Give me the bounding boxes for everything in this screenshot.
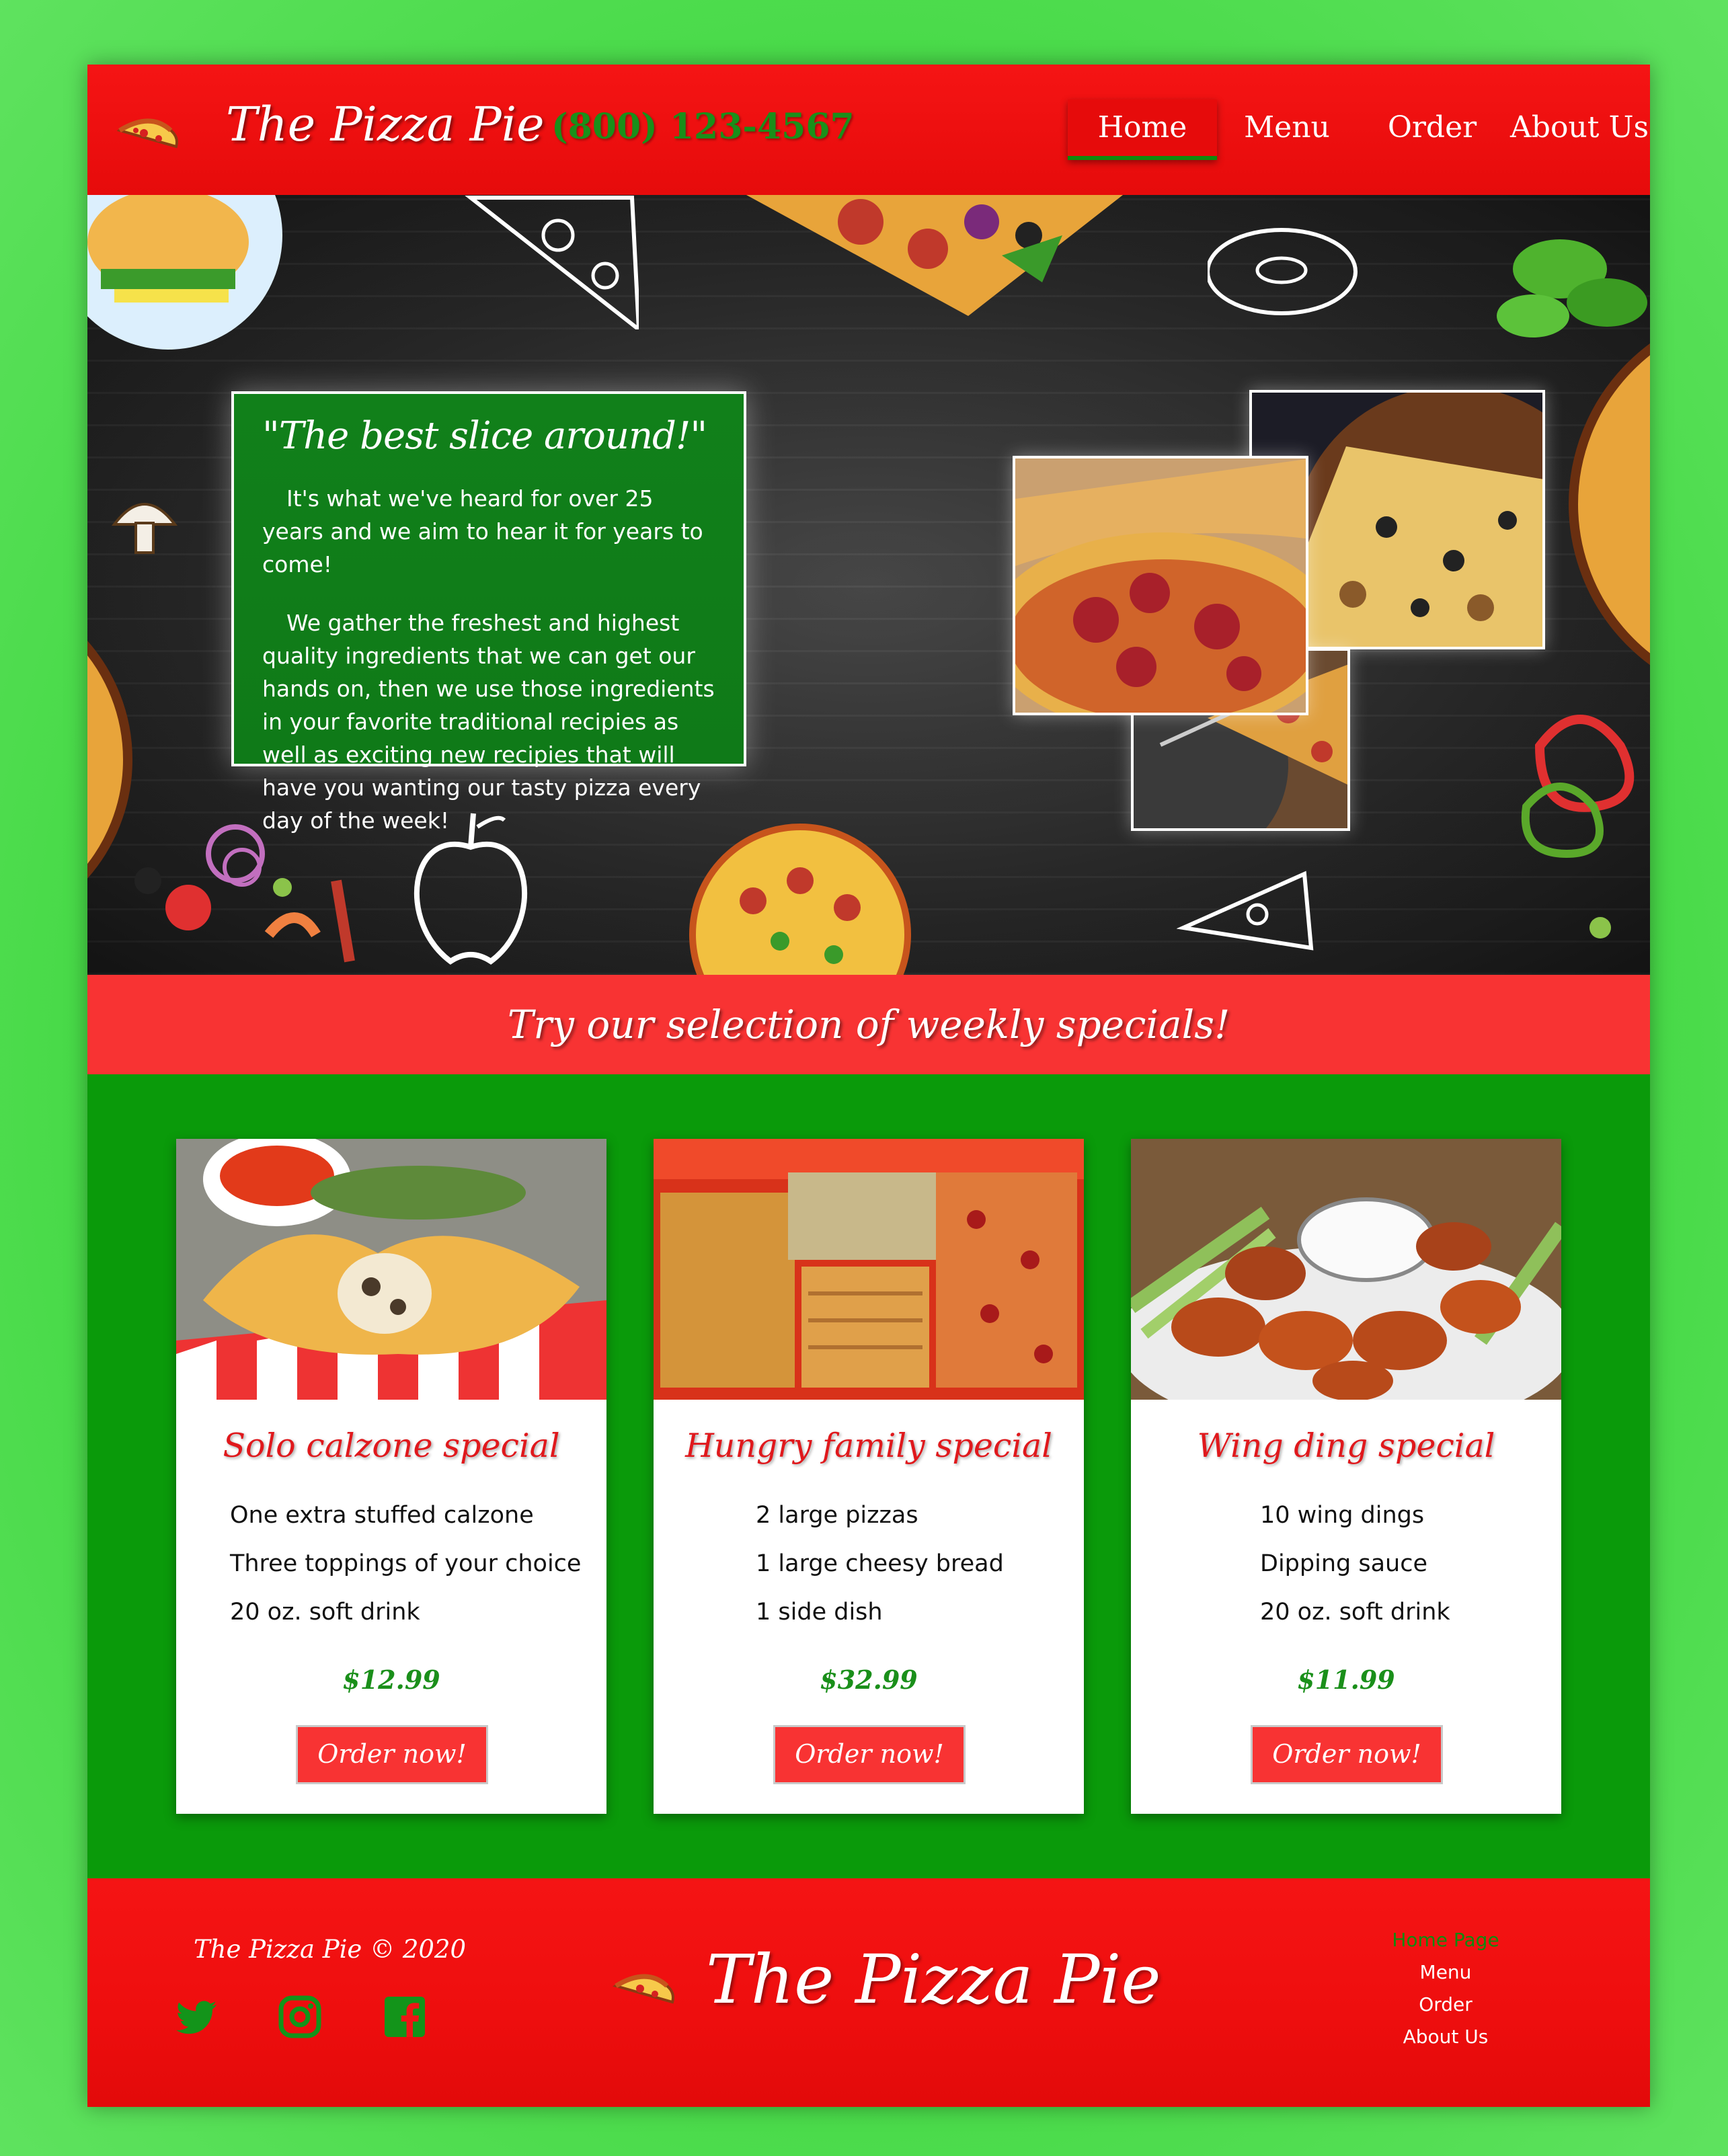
- nav-order[interactable]: Order: [1386, 99, 1478, 156]
- pizza-slice-outline-bottom-icon: [1177, 871, 1314, 951]
- special-price: $12.99: [342, 1665, 440, 1695]
- nav-menu[interactable]: Menu: [1241, 99, 1333, 156]
- instagram-icon[interactable]: [278, 1995, 321, 2038]
- mushroom-icon: [111, 503, 178, 554]
- nav-about-us[interactable]: About Us: [1510, 99, 1649, 156]
- hero-paragraph-2: We gather the freshest and highest quali…: [262, 610, 715, 834]
- calzone-image: [176, 1139, 606, 1400]
- footer-link-home[interactable]: Home Page: [1365, 1924, 1526, 1956]
- family-meal-illustration: [654, 1139, 1084, 1400]
- pizza-photo-front-image: [1015, 458, 1306, 713]
- footer-link-menu[interactable]: Menu: [1365, 1956, 1526, 1989]
- special-title: Hungry family special: [685, 1427, 1052, 1465]
- footer-link-order[interactable]: Order: [1365, 1989, 1526, 2021]
- header: The Pizza Pie (800) 123-4567 Home Menu O…: [87, 65, 1650, 195]
- special-title: Wing ding special: [1197, 1427, 1495, 1465]
- wings-image: [1131, 1139, 1561, 1400]
- special-item: Dipping sauce: [1260, 1550, 1427, 1577]
- phone-number[interactable]: (800) 123-4567: [551, 106, 855, 147]
- nav-home[interactable]: Home: [1068, 99, 1217, 160]
- hero-quote-box: "The best slice around!" It's what we've…: [231, 391, 746, 834]
- footer-pizza-slice-icon: [613, 1974, 674, 2004]
- footer-brand: The Pizza Pie: [706, 1940, 1161, 2019]
- facebook-icon[interactable]: [383, 1995, 426, 2038]
- pizza-photo-front: [1013, 456, 1308, 715]
- special-items: One extra stuffed calzone Three toppings…: [230, 1491, 581, 1636]
- order-now-button[interactable]: Order now!: [773, 1725, 966, 1784]
- special-card-calzone: Solo calzone special One extra stuffed c…: [176, 1139, 606, 1814]
- special-card-family: Hungry family special 2 large pizzas 1 l…: [654, 1139, 1084, 1814]
- calzone-illustration: [176, 1139, 606, 1400]
- pizza-bottom-icon: [689, 824, 911, 975]
- footer: The Pizza Pie © 2020 The Pizza Pie Home …: [87, 1878, 1650, 2107]
- footer-nav: Home Page Menu Order About Us: [1365, 1924, 1526, 2053]
- special-items: 2 large pizzas 1 large cheesy bread 1 si…: [756, 1491, 1004, 1636]
- pizza-edge-right-icon: [1569, 343, 1650, 666]
- order-now-button[interactable]: Order now!: [296, 1725, 488, 1784]
- special-price: $11.99: [1297, 1665, 1395, 1695]
- special-item: 20 oz. soft drink: [230, 1599, 420, 1626]
- hero-paragraph-1: It's what we've heard for over 25 years …: [262, 485, 703, 577]
- order-now-button[interactable]: Order now!: [1251, 1725, 1443, 1784]
- special-item: 20 oz. soft drink: [1260, 1599, 1450, 1626]
- special-items: 10 wing dings Dipping sauce 20 oz. soft …: [1260, 1491, 1450, 1636]
- footer-link-about-us[interactable]: About Us: [1365, 2021, 1526, 2053]
- special-card-wings: Wing ding special 10 wing dings Dipping …: [1131, 1139, 1561, 1814]
- special-title: Solo calzone special: [223, 1427, 560, 1465]
- special-item: 1 side dish: [756, 1599, 883, 1626]
- hero-section: "The best slice around!" It's what we've…: [87, 195, 1650, 975]
- special-item: One extra stuffed calzone: [230, 1502, 534, 1529]
- special-price: $32.99: [820, 1665, 918, 1695]
- wings-illustration: [1131, 1139, 1561, 1400]
- hero-quote-title: "The best slice around!": [262, 414, 707, 458]
- site-container: The Pizza Pie (800) 123-4567 Home Menu O…: [87, 65, 1650, 2107]
- specials-section: Solo calzone special One extra stuffed c…: [87, 1074, 1650, 1878]
- specials-banner: Try our selection of weekly specials!: [87, 975, 1650, 1074]
- special-item: 1 large cheesy bread: [756, 1550, 1004, 1577]
- pizza-slice-outline-icon: [465, 196, 639, 329]
- brand-title[interactable]: The Pizza Pie: [226, 97, 545, 152]
- pizza-toppings-top-icon: [746, 195, 1123, 316]
- family-meal-image: [654, 1139, 1084, 1400]
- pizza-slice-logo-icon[interactable]: [117, 104, 182, 151]
- donut-outline-icon: [1208, 228, 1358, 315]
- special-item: 2 large pizzas: [756, 1502, 918, 1529]
- bell-pepper-rings-icon: [1521, 715, 1635, 939]
- footer-copyright: The Pizza Pie © 2020: [194, 1935, 467, 1964]
- special-item: Three toppings of your choice: [230, 1550, 582, 1577]
- burger-plate-icon: [87, 195, 282, 350]
- special-item: 10 wing dings: [1260, 1502, 1425, 1529]
- twitter-icon[interactable]: [176, 1995, 219, 2038]
